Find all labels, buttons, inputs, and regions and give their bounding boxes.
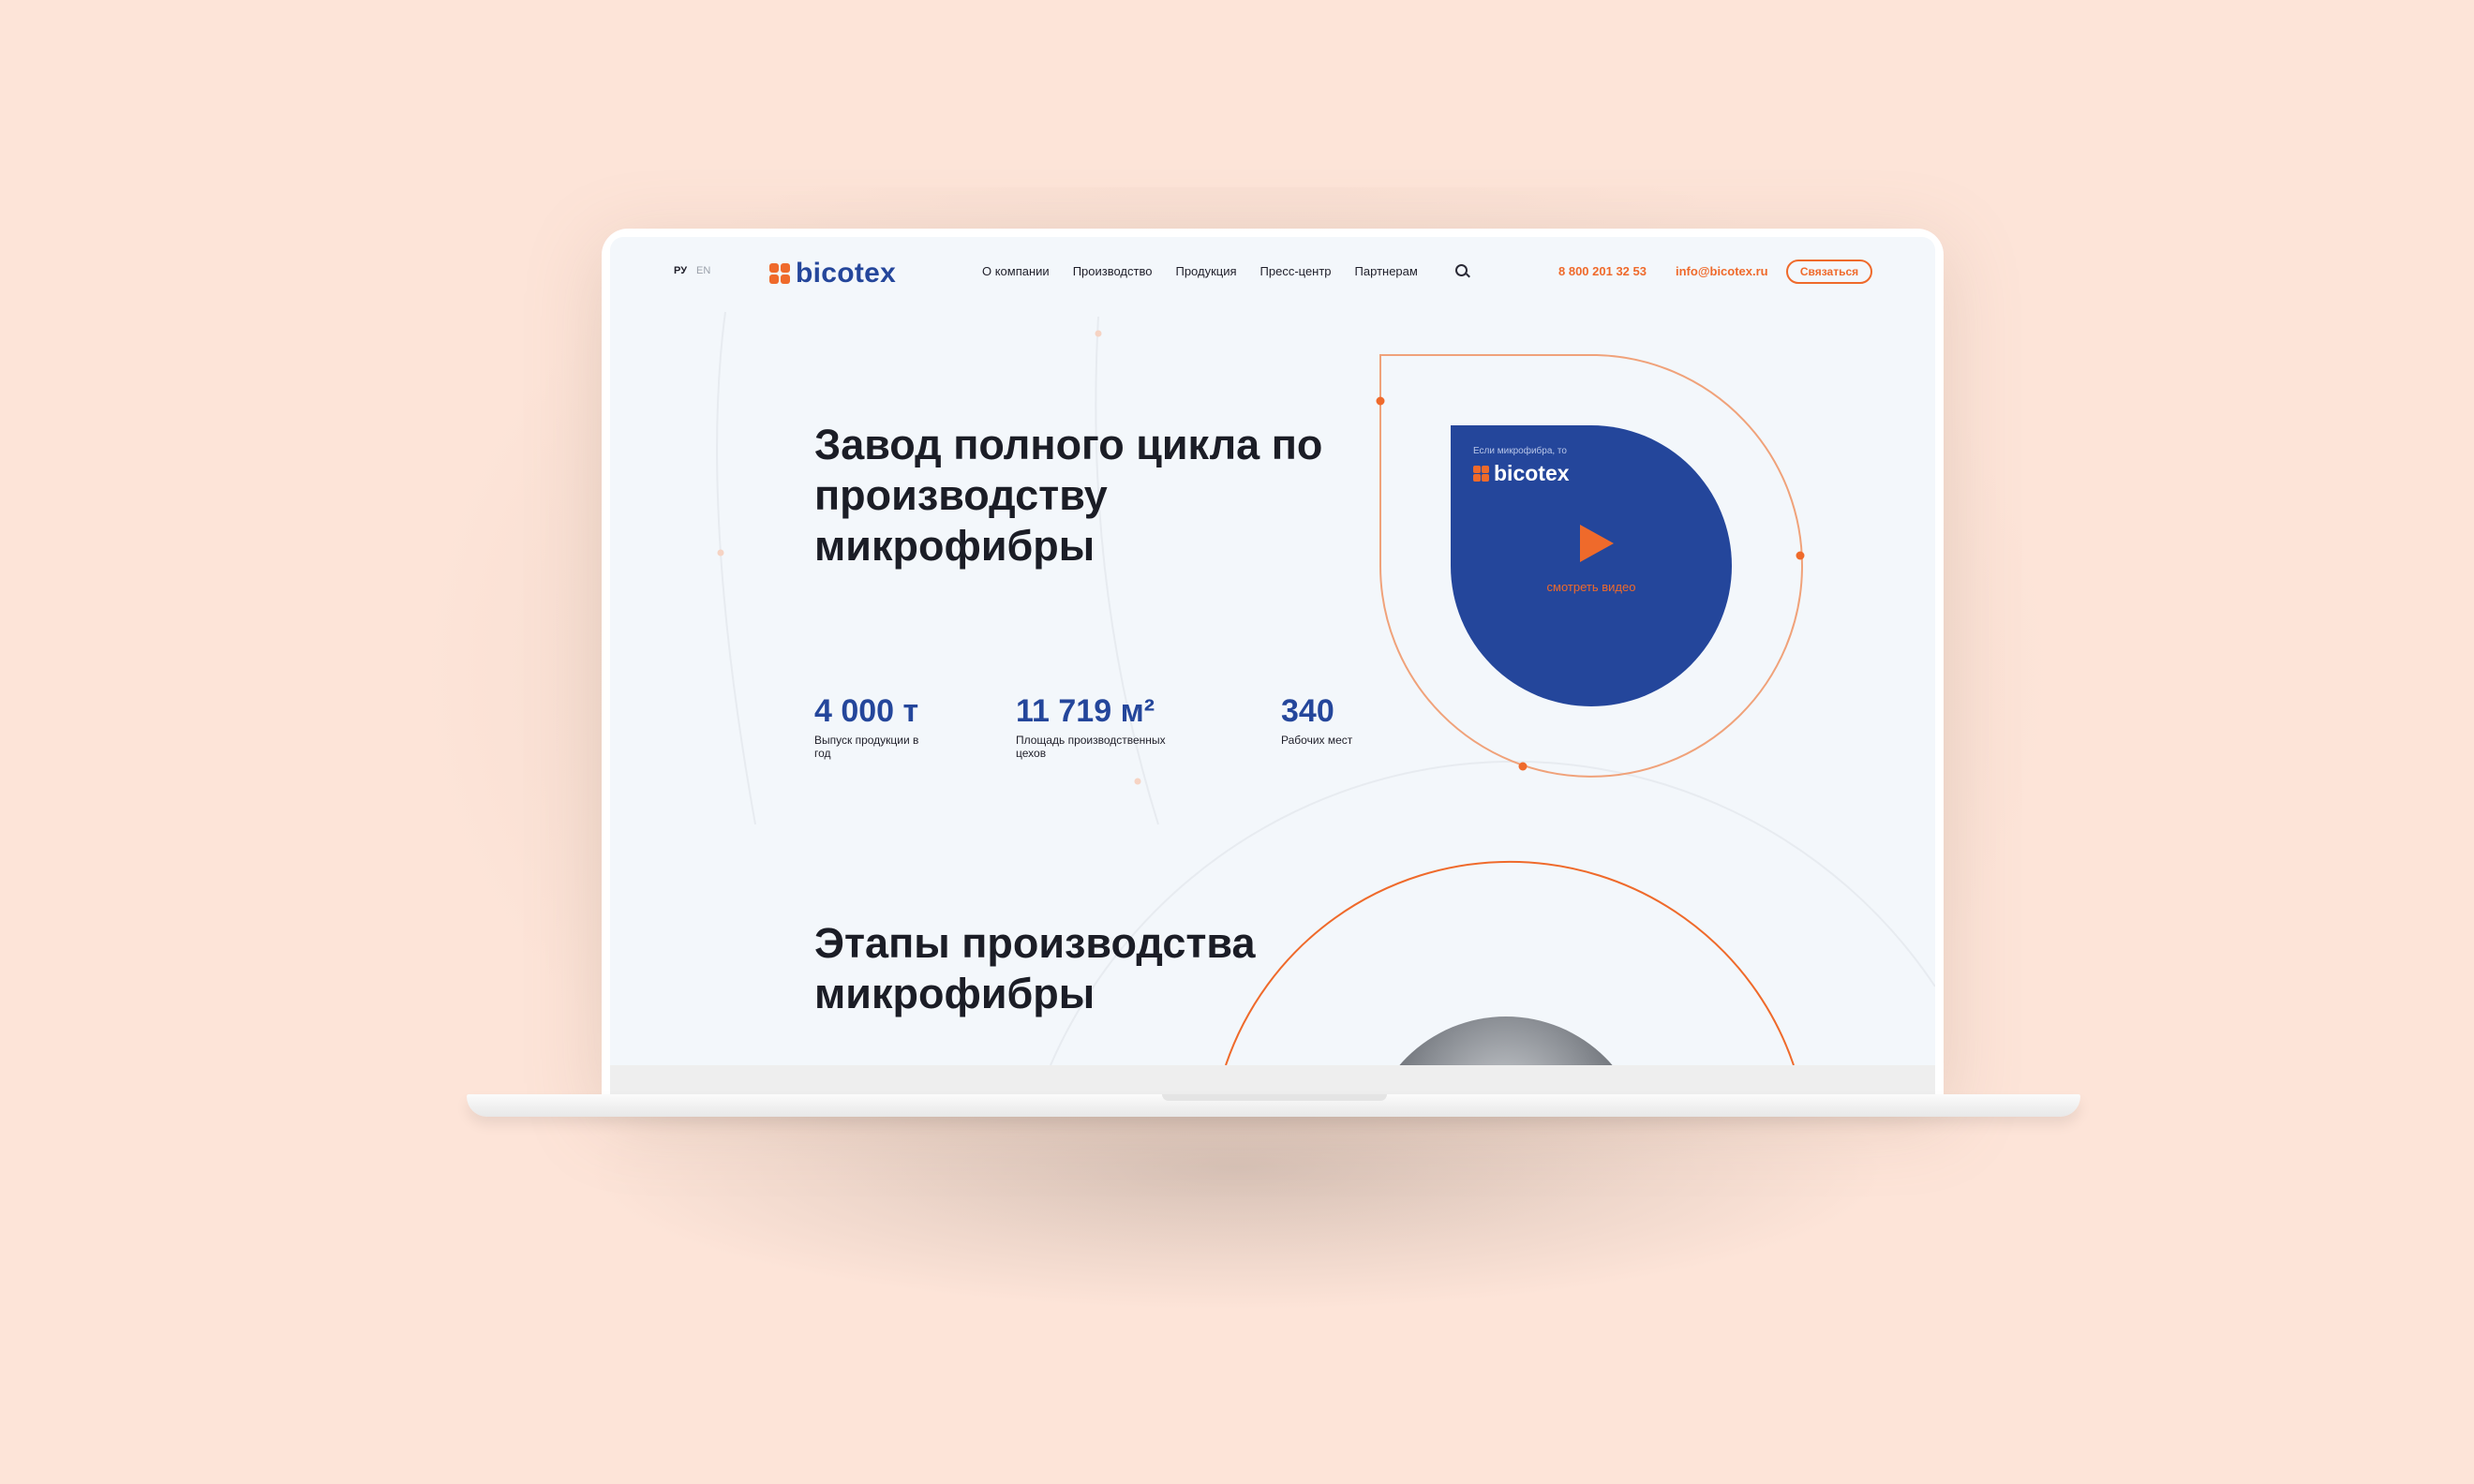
laptop-shadow: [581, 1106, 1893, 1312]
phone-link[interactable]: 8 800 201 32 53: [1558, 264, 1647, 278]
stat-area: 11 719 м² Площадь производственных цехов: [1016, 693, 1194, 760]
play-icon[interactable]: [1580, 525, 1614, 562]
logo-mark-icon: [1473, 466, 1489, 482]
video-logo-text: bicotex: [1494, 461, 1570, 485]
stat-value: 4 000 т: [814, 693, 919, 729]
logo-mark-icon: [769, 263, 790, 284]
logo-text: bicotex: [796, 258, 897, 289]
nav-item-about[interactable]: О компании: [982, 264, 1050, 278]
lang-ru-link[interactable]: РУ: [674, 265, 687, 276]
stat-output: 4 000 т Выпуск продукции в год: [814, 693, 936, 760]
main-nav: О компании Производство Продукция Пресс-…: [982, 264, 1441, 278]
stat-value: 11 719 м²: [1016, 693, 1155, 729]
stat-jobs: 340 Рабочих мест: [1281, 693, 1403, 747]
search-icon[interactable]: [1455, 264, 1468, 276]
laptop-notch: [1162, 1094, 1387, 1101]
video-logo: bicotex: [1473, 461, 1570, 486]
stat-label: Площадь производственных цехов: [1016, 734, 1166, 760]
stat-value: 340: [1281, 693, 1334, 729]
stages-title: Этапы производства микрофибры: [814, 919, 1256, 1017]
hero-title: Завод полного цикла по производству микр…: [814, 421, 1323, 570]
bicotex-logo[interactable]: bicotex: [769, 258, 896, 289]
nav-item-press[interactable]: Пресс-центр: [1260, 264, 1332, 278]
contact-button[interactable]: Связаться: [1786, 260, 1872, 284]
stat-label: Рабочих мест: [1281, 734, 1353, 747]
nav-item-products[interactable]: Продукция: [1175, 264, 1236, 278]
stat-label: Выпуск продукции в год: [814, 734, 919, 760]
video-card[interactable]: Если микрофибра, то bicotex смотреть вид…: [1451, 425, 1732, 706]
nav-item-partners[interactable]: Партнерам: [1355, 264, 1418, 278]
laptop-chin: [610, 1065, 1935, 1097]
email-link[interactable]: info@bicotex.ru: [1676, 264, 1768, 278]
nav-item-production[interactable]: Производство: [1073, 264, 1153, 278]
watch-video-label[interactable]: смотреть видео: [1535, 579, 1647, 595]
video-caption: Если микрофибра, то: [1473, 446, 1567, 456]
lang-en-link[interactable]: EN: [696, 265, 710, 276]
website-screen: РУ EN bicotex О компании Производство Пр…: [610, 237, 1935, 1065]
